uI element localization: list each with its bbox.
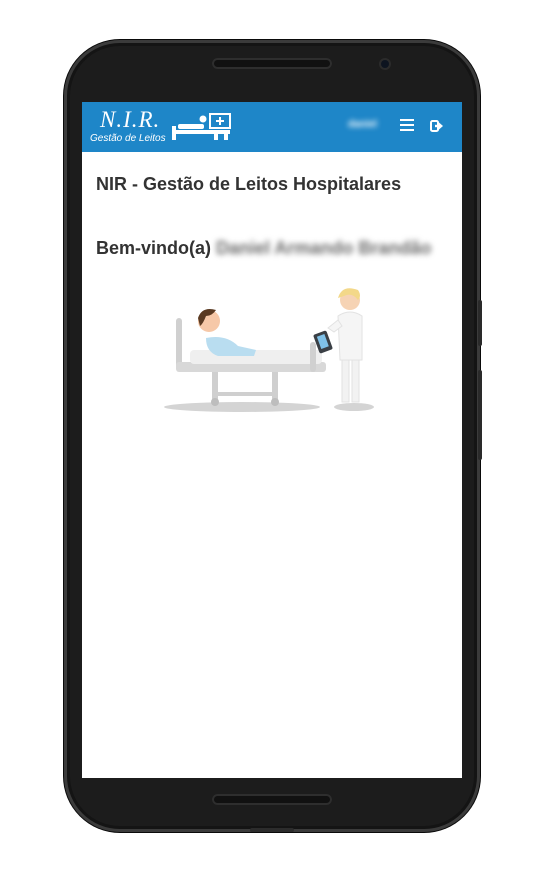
page-title: NIR - Gestão de Leitos Hospitalares <box>96 174 402 194</box>
device-bottom-notch <box>250 828 294 832</box>
app-header: N.I.R. Gestão de Leitos daniel <box>82 102 462 152</box>
welcome-message: Bem-vindo(a) Daniel Armando Brandão <box>96 237 448 259</box>
logo-title: N.I.R. <box>100 107 161 132</box>
top-speaker <box>212 58 332 69</box>
power-button <box>478 370 482 460</box>
welcome-user-name: Daniel Armando Brandão <box>216 238 432 258</box>
screen: N.I.R. Gestão de Leitos daniel NIR - Ges… <box>82 102 462 778</box>
user-name[interactable]: daniel <box>348 119 377 130</box>
welcome-label: Bem-vindo(a) <box>96 238 212 258</box>
main-content: NIR - Gestão de Leitos Hospitalares Bem-… <box>82 152 462 259</box>
front-camera <box>381 60 389 68</box>
bottom-speaker <box>212 794 332 805</box>
phone-frame: N.I.R. Gestão de Leitos daniel NIR - Ges… <box>64 40 482 832</box>
logo-subtitle: Gestão de Leitos <box>90 133 166 144</box>
hospital-bed-icon <box>172 113 231 140</box>
hamburger-menu-icon[interactable] <box>400 119 414 133</box>
volume-button <box>478 300 482 346</box>
app-logo[interactable]: N.I.R. Gestão de Leitos <box>90 106 250 148</box>
patient-doctor-illustration <box>164 288 374 412</box>
logout-icon[interactable] <box>430 119 444 133</box>
